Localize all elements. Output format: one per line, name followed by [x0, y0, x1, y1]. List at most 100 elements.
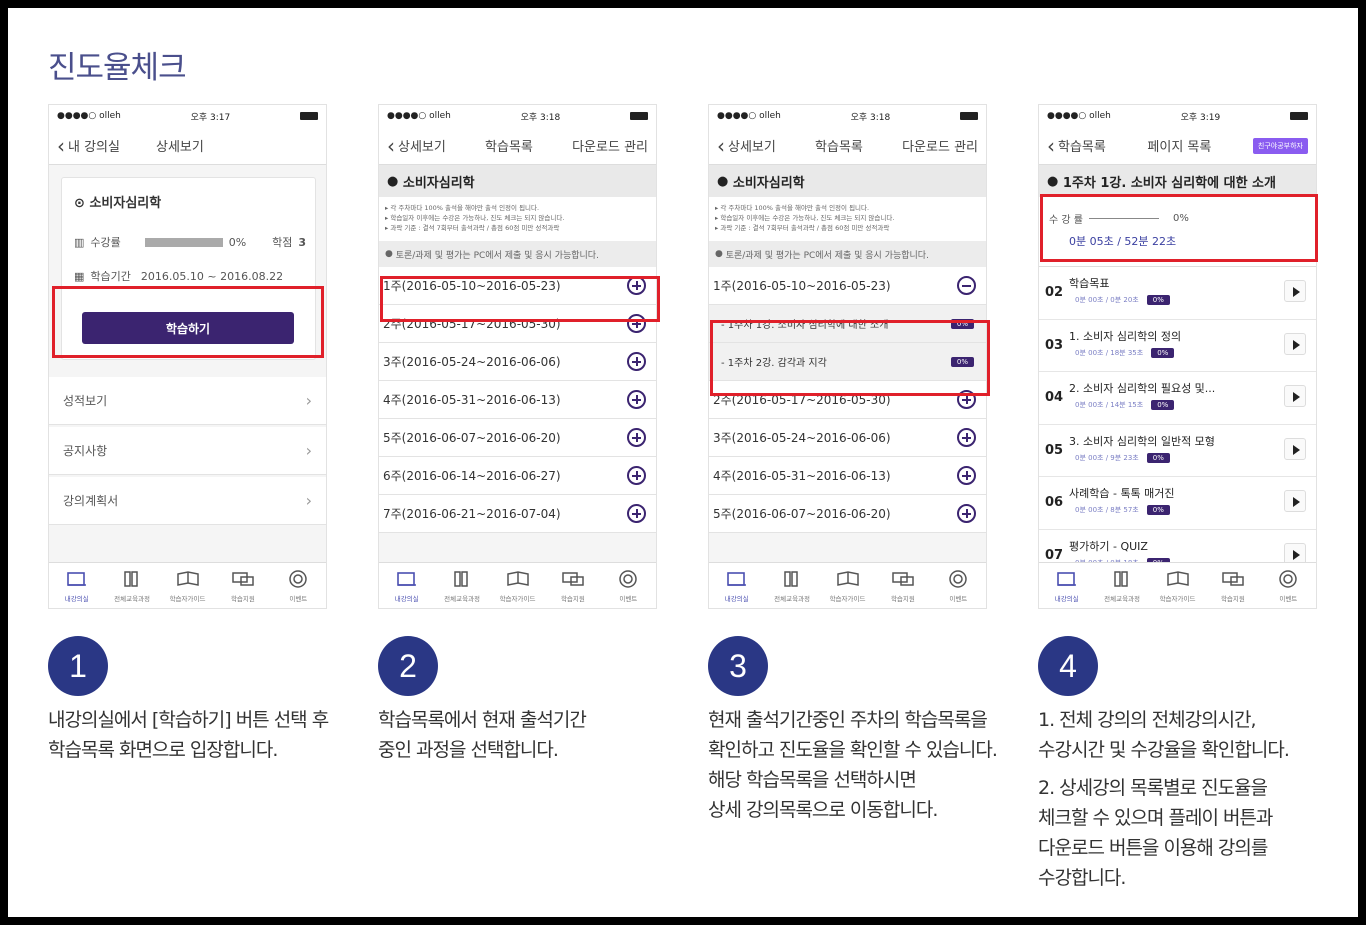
play-button[interactable]	[1284, 437, 1306, 460]
page-item[interactable]: 05 3. 소비자 심리학의 일반적 모형 0분 00초 / 9분 23초 0%	[1039, 424, 1316, 477]
back-button[interactable]: ‹ 상세보기	[717, 136, 776, 156]
tab-support[interactable]: 학습지원	[875, 563, 930, 608]
tab-label: 학습자가이드	[499, 594, 536, 603]
week-row[interactable]: 1주(2016-05-10~2016-05-23)	[379, 267, 656, 305]
radio-icon: ⊙	[74, 196, 85, 211]
tab-label: 학습지원	[1220, 594, 1245, 603]
page-number: 06	[1045, 495, 1064, 510]
download-manage-link[interactable]: 다운로드 관리	[572, 136, 648, 155]
tab-catalog[interactable]: 전체교육과정	[104, 563, 159, 608]
expand-icon[interactable]	[627, 504, 646, 523]
page-item[interactable]: 04 2. 소비자 심리학의 필요성 및... 0분 00초 / 14분 15초 0%	[1039, 372, 1316, 425]
battery-icon	[629, 112, 648, 120]
week-row[interactable]: 5주(2016-06-07~2016-06-20)	[709, 495, 986, 533]
tab-classroom[interactable]: 내강의실	[49, 563, 104, 608]
expand-icon[interactable]	[627, 466, 646, 485]
section-title: 소비자심리학	[732, 175, 805, 191]
course-card: ⊙ 소비자심리학 ▥ 수강률 0% 학점 3 ▦ 학습기간 2016.05.10…	[61, 177, 316, 360]
week-row[interactable]: 7주(2016-06-21~2016-07-04)	[379, 495, 656, 533]
tab-event[interactable]: 이벤트	[271, 563, 326, 608]
week-row[interactable]: 2주(2016-05-17~2016-05-30)	[379, 305, 656, 343]
desc-line: 학습목록 화면으로 입장합니다.	[48, 739, 278, 761]
page-item[interactable]: 06 사례학습 - 톡톡 매거진 0분 00초 / 8분 57초 0%	[1039, 477, 1316, 530]
expand-icon[interactable]	[957, 428, 976, 447]
tab-catalog[interactable]: 전체교육과정	[1094, 563, 1149, 608]
play-button[interactable]	[1284, 385, 1306, 407]
tab-guide[interactable]: 학습자가이드	[820, 563, 875, 608]
tab-event[interactable]: 이벤트	[931, 563, 986, 608]
expand-icon[interactable]	[627, 428, 646, 447]
tab-guide[interactable]: 학습자가이드	[490, 563, 545, 608]
back-button[interactable]: ‹ 내 강의실	[57, 136, 120, 156]
tab-support[interactable]: 학습지원	[215, 563, 270, 608]
week-row-open[interactable]: 1주(2016-05-10~2016-05-23)	[709, 267, 986, 305]
lesson-row[interactable]: - 1주차 1강. 소비자 심리학에 대한 소개 0%	[709, 305, 986, 343]
play-button[interactable]	[1284, 280, 1306, 302]
expand-icon[interactable]	[627, 352, 646, 371]
page-item[interactable]: 02 학습목표 0분 00초 / 0분 20초 0%	[1039, 267, 1316, 320]
phone-screen-4: ●●●●○ olleh 오후 3:19 ‹ 학습목록 페이지 목록 친구야공부하자…	[1038, 104, 1317, 609]
summary-progress-bar	[1088, 218, 1159, 219]
menu-item-notice[interactable]: 공지사항 ›	[49, 427, 326, 475]
week-row[interactable]: 5주(2016-06-07~2016-06-20)	[379, 419, 656, 457]
menu-item-syllabus[interactable]: 강의계획서 ›	[49, 477, 326, 525]
chevron-left-icon: ‹	[1047, 133, 1055, 158]
week-row[interactable]: 4주(2016-05-31~2016-06-13)	[709, 457, 986, 495]
week-label: 4주(2016-05-31~2016-06-13)	[383, 393, 561, 407]
expand-icon[interactable]	[957, 390, 976, 409]
classroom-icon	[395, 569, 419, 591]
week-label: 6주(2016-06-14~2016-06-27)	[383, 469, 561, 483]
tab-event[interactable]: 이벤트	[601, 563, 656, 608]
tab-catalog[interactable]: 전체교육과정	[434, 563, 489, 608]
tab-classroom[interactable]: 내강의실	[379, 563, 434, 608]
week-row[interactable]: 2주(2016-05-17~2016-05-30)	[709, 381, 986, 419]
chevron-right-icon: ›	[305, 391, 312, 410]
chevron-right-icon: ›	[305, 441, 312, 460]
expand-icon[interactable]	[957, 466, 976, 485]
expand-icon[interactable]	[627, 314, 646, 333]
page-item[interactable]: 03 1. 소비자 심리학의 정의 0분 00초 / 18분 35초 0%	[1039, 319, 1316, 372]
tab-event[interactable]: 이벤트	[1261, 563, 1316, 608]
tab-catalog[interactable]: 전체교육과정	[764, 563, 819, 608]
week-row[interactable]: 6주(2016-06-14~2016-06-27)	[379, 457, 656, 495]
nav-title: 페이지 목록	[1147, 140, 1212, 155]
study-together-button[interactable]: 친구야공부하자	[1252, 137, 1308, 154]
week-row[interactable]: 3주(2016-05-24~2016-06-06)	[379, 343, 656, 381]
play-button[interactable]	[1284, 490, 1306, 512]
tab-classroom[interactable]: 내강의실	[1039, 563, 1094, 608]
desc-line: 다운로드 버튼을 이용해 강의를	[1038, 837, 1268, 859]
lesson-row[interactable]: - 1주차 2강. 감각과 지각 0%	[709, 343, 986, 381]
tab-support[interactable]: 학습지원	[1205, 563, 1260, 608]
desc-line: 중인 과정을 선택합니다.	[378, 739, 559, 761]
week-row[interactable]: 3주(2016-05-24~2016-06-06)	[709, 419, 986, 457]
play-button[interactable]	[1284, 332, 1306, 355]
collapse-icon[interactable]	[957, 276, 976, 295]
catalog-icon	[780, 569, 804, 591]
page-time-text: 0분 00초 / 18분 35초	[1075, 348, 1144, 357]
page-time: 0분 00초 / 0분 20초 0%	[1075, 295, 1170, 305]
summary-label: 수 강 률	[1049, 215, 1083, 226]
expand-icon[interactable]	[627, 276, 646, 295]
tab-guide[interactable]: 학습자가이드	[1150, 563, 1205, 608]
expand-icon[interactable]	[957, 504, 976, 523]
back-button[interactable]: ‹ 상세보기	[387, 136, 446, 156]
menu-label: 공지사항	[63, 444, 108, 458]
carrier-label: ●●●●○ olleh	[717, 111, 781, 121]
page-title: 평가하기 - QUIZ	[1069, 539, 1148, 553]
phone-screen-2: ●●●●○ olleh 오후 3:18 ‹ 상세보기 학습목록 다운로드 관리 ●…	[378, 104, 657, 609]
tab-classroom[interactable]: 내강의실	[709, 563, 764, 608]
menu-item-grades[interactable]: 성적보기 ›	[49, 377, 326, 425]
clock: 오후 3:19	[1180, 112, 1221, 123]
week-row[interactable]: 4주(2016-05-31~2016-06-13)	[379, 381, 656, 419]
event-icon	[1276, 569, 1300, 591]
tab-guide[interactable]: 학습자가이드	[160, 563, 215, 608]
week-list: 1주(2016-05-10~2016-05-23) 2주(2016-05-17~2…	[379, 267, 656, 533]
download-manage-link[interactable]: 다운로드 관리	[902, 136, 978, 155]
desc-line: 수강시간 및 수강율을 확인합니다.	[1038, 739, 1290, 761]
chart-icon: ▥	[74, 235, 85, 249]
study-button[interactable]: 학습하기	[82, 312, 294, 344]
tab-support[interactable]: 학습지원	[545, 563, 600, 608]
expand-icon[interactable]	[627, 390, 646, 409]
back-button[interactable]: ‹ 학습목록	[1047, 133, 1106, 158]
progress-bar	[144, 237, 223, 247]
